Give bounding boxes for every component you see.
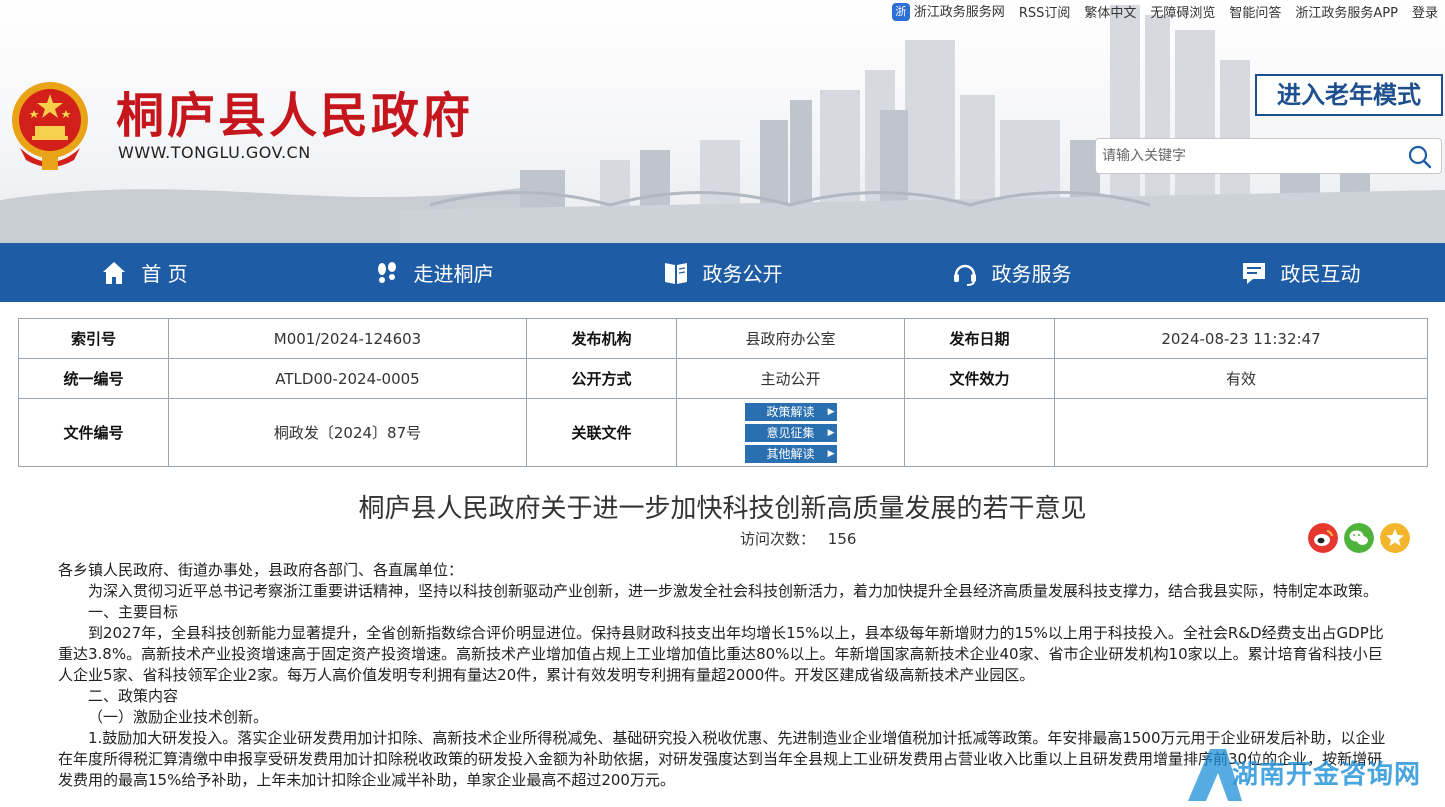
site-header: 浙浙江政务服务网 RSS订阅 繁体中文 无障碍浏览 智能问答 浙江政务服务APP… xyxy=(0,0,1445,243)
zj-gov-logo-icon: 浙 xyxy=(891,3,910,22)
meta-publisher-value: 县政府办公室 xyxy=(676,318,905,359)
chevron-right-icon: ▶ xyxy=(827,448,835,459)
meta-validity-label: 文件效力 xyxy=(904,358,1055,399)
visit-count-label: 访问次数： xyxy=(740,530,816,548)
book-icon xyxy=(664,262,687,284)
related-button-label: 意见征集 xyxy=(766,425,815,440)
meta-date-value: 2024-08-23 11:32:47 xyxy=(1054,318,1428,359)
meta-docno-label: 文件编号 xyxy=(18,398,169,467)
nav-home[interactable]: 首 页 xyxy=(0,243,289,302)
nav-gov-services-label: 政务服务 xyxy=(991,262,1072,286)
top-link-app[interactable]: 浙江政务服务APP xyxy=(1295,2,1398,21)
section-heading: 二、政策内容 xyxy=(88,687,179,705)
meta-code-label: 统一编号 xyxy=(18,358,169,399)
top-link-rss[interactable]: RSS订阅 xyxy=(1019,2,1071,21)
search-input[interactable] xyxy=(1102,143,1402,169)
chevron-right-icon: ▶ xyxy=(827,427,835,438)
meta-index-label: 索引号 xyxy=(18,318,169,359)
related-button-label: 政策解读 xyxy=(766,404,815,419)
top-links-bar: 浙浙江政务服务网 RSS订阅 繁体中文 无障碍浏览 智能问答 浙江政务服务APP… xyxy=(885,0,1445,22)
meta-code-value: ATLD00-2024-0005 xyxy=(168,358,527,399)
visit-count-value: 156 xyxy=(827,530,857,548)
nav-home-label: 首 页 xyxy=(141,262,188,286)
national-emblem-logo xyxy=(12,82,88,170)
meta-docno-value: 桐政发〔2024〕87号 xyxy=(168,398,527,467)
top-link-label: 浙江政务服务网 xyxy=(913,4,1005,20)
meta-related-buttons: 政策解读 ▶ 意见征集 ▶ 其他解读 ▶ xyxy=(676,398,905,467)
nav-about-label: 走进桐庐 xyxy=(413,262,494,286)
watermark-text: 湖南开金咨询网 xyxy=(1232,760,1422,790)
chevron-right-icon: ▶ xyxy=(827,406,835,417)
nav-about-tonglu[interactable]: 走进桐庐 xyxy=(289,243,578,302)
meta-publisher-label: 发布机构 xyxy=(526,318,677,359)
weibo-share-icon[interactable] xyxy=(1308,523,1338,553)
meta-related-label: 关联文件 xyxy=(526,398,677,467)
body-paragraph: 到2027年，全县科技创新能力显著提升，全省创新指数综合评价明显进位。保持县财政… xyxy=(58,624,1384,684)
section-heading: 一、主要目标 xyxy=(88,603,179,621)
search-box xyxy=(1095,138,1442,174)
body-paragraph: 为深入贯彻习近平总书记考察浙江重要讲话精神，坚持以科技创新驱动产业创新，进一步激… xyxy=(88,582,1379,600)
meta-open-label: 公开方式 xyxy=(526,358,677,399)
visit-count: 访问次数： 156 xyxy=(740,528,856,549)
nav-interaction-label: 政民互动 xyxy=(1280,262,1361,286)
document-meta-table: 索引号 M001/2024-124603 发布机构 县政府办公室 发布日期 20… xyxy=(18,318,1428,467)
meta-validity-value: 有效 xyxy=(1054,358,1428,399)
top-link-accessibility[interactable]: 无障碍浏览 xyxy=(1150,2,1215,21)
top-link-login[interactable]: 登录 xyxy=(1412,2,1438,21)
message-icon xyxy=(1242,262,1265,284)
site-title: 桐庐县人民政府 xyxy=(116,90,474,143)
top-link-traditional[interactable]: 繁体中文 xyxy=(1084,2,1136,21)
related-opinion-button[interactable]: 意见征集 ▶ xyxy=(744,423,837,442)
elder-mode-button[interactable]: 进入老年模式 xyxy=(1255,74,1443,116)
home-icon xyxy=(103,261,126,284)
nav-gov-affairs[interactable]: 政务公开 xyxy=(578,243,867,302)
favorite-star-icon[interactable] xyxy=(1380,523,1410,553)
wechat-share-icon[interactable] xyxy=(1344,523,1374,553)
nav-interaction[interactable]: 政民互动 xyxy=(1156,243,1445,302)
main-nav: 首 页 走进桐庐 政务公开 政务服务 政民互动 xyxy=(0,243,1445,302)
search-icon[interactable] xyxy=(1407,144,1433,170)
meta-index-value: M001/2024-124603 xyxy=(168,318,527,359)
subsection-heading: （一）激励企业技术创新。 xyxy=(88,708,269,726)
top-link-qa[interactable]: 智能问答 xyxy=(1229,2,1281,21)
nav-gov-services[interactable]: 政务服务 xyxy=(867,243,1156,302)
nav-gov-affairs-label: 政务公开 xyxy=(702,262,783,286)
meta-empty-cell xyxy=(904,398,1055,467)
meta-open-value: 主动公开 xyxy=(676,358,905,399)
meta-empty-cell xyxy=(1054,398,1428,467)
site-url: WWW.TONGLU.GOV.CN xyxy=(118,143,311,162)
salutation-paragraph: 各乡镇人民政府、街道办事处，县政府各部门、各直属单位： xyxy=(58,561,464,579)
related-button-label: 其他解读 xyxy=(766,446,815,461)
footprints-icon xyxy=(377,261,396,283)
headset-icon xyxy=(953,264,976,286)
document-title: 桐庐县人民政府关于进一步加快科技创新高质量发展的若干意见 xyxy=(358,494,1087,524)
top-link-zjzwfw[interactable]: 浙浙江政务服务网 xyxy=(891,1,1005,22)
related-policy-interpretation-button[interactable]: 政策解读 ▶ xyxy=(744,402,837,421)
meta-date-label: 发布日期 xyxy=(904,318,1055,359)
related-other-button[interactable]: 其他解读 ▶ xyxy=(744,444,837,463)
